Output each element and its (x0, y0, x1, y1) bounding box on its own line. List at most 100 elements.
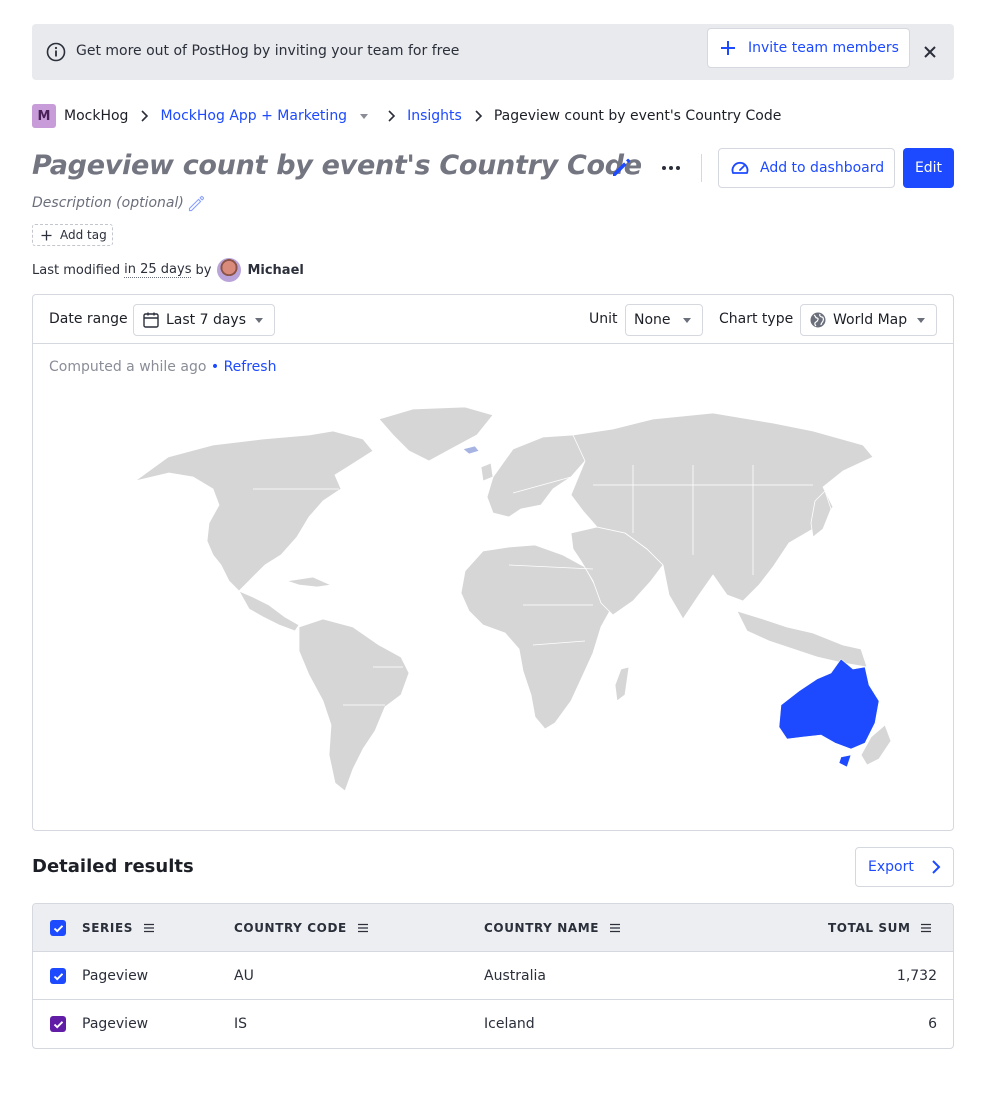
chevron-right-icon (932, 860, 941, 874)
cell-total-sum: 1,732 (896, 968, 937, 984)
add-to-dashboard-label: Add to dashboard (760, 160, 885, 176)
insight-card: Date range Last 7 days Unit None Chart t… (32, 294, 954, 831)
cell-total-sum: 6 (928, 1016, 937, 1032)
plus-icon (721, 41, 735, 55)
country-border (542, 514, 574, 526)
invite-team-label: Invite team members (748, 40, 899, 56)
column-header-label: SERIES (82, 921, 133, 935)
column-menu-icon[interactable] (143, 922, 155, 934)
org-avatar: M (32, 104, 56, 128)
info-icon (46, 42, 66, 62)
table-header: SERIES COUNTRY CODE COUNTRY NAME TOTAL S… (33, 904, 953, 952)
status-separator: • (210, 359, 220, 375)
modified-by: by (195, 262, 212, 278)
check-icon (53, 924, 63, 933)
chevron-right-icon (475, 110, 482, 122)
add-tag-label: Add tag (60, 228, 107, 242)
modified-relative-time: in 25 days (124, 262, 192, 278)
computed-text: Computed a while ago (49, 359, 207, 375)
select-all-checkbox[interactable] (50, 920, 66, 936)
date-range-label: Date range (49, 311, 128, 327)
caret-down-icon[interactable] (359, 111, 369, 121)
caret-down-icon (683, 318, 691, 323)
export-button[interactable]: Export (855, 847, 954, 887)
map-region-is-highlight[interactable]: Iceland (462, 445, 480, 455)
row-checkbox[interactable] (50, 1016, 66, 1032)
invite-banner: Get more out of PostHog by inviting your… (32, 24, 954, 80)
cell-country-name: Iceland (484, 1016, 535, 1032)
detailed-results-title: Detailed results (32, 856, 194, 877)
divider (701, 154, 702, 182)
cell-country-code: IS (234, 1016, 248, 1032)
column-header-series[interactable]: SERIES (82, 921, 155, 935)
calendar-icon (143, 312, 159, 328)
map-region-madagascar (614, 666, 630, 702)
invite-team-button[interactable]: Invite team members (707, 28, 910, 68)
table-row: Pageview IS Iceland 6 (33, 1000, 953, 1048)
map-region-greenland (378, 406, 494, 462)
breadcrumb-project[interactable]: MockHog App + Marketing (160, 108, 347, 124)
author-name: Michael (247, 262, 304, 278)
chevron-right-icon (388, 110, 396, 122)
cell-country-name: Australia (484, 968, 546, 984)
dashboard-gauge-icon (731, 161, 749, 174)
date-range-value: Last 7 days (166, 312, 247, 328)
table-row: Pageview AU Australia 1,732 (33, 952, 953, 1000)
column-header-total-sum[interactable]: TOTAL SUM (828, 921, 932, 935)
edit-button[interactable]: Edit (903, 148, 954, 188)
column-header-label: TOTAL SUM (828, 921, 911, 935)
last-modified: Last modified in 25 days by Michael (32, 258, 304, 282)
breadcrumb-current: Pageview count by event's Country Code (493, 108, 782, 124)
date-range-select[interactable]: Last 7 days (133, 304, 275, 336)
close-icon[interactable] (920, 42, 940, 62)
banner-text: Get more out of PostHog by inviting your… (76, 43, 460, 59)
add-tag-button[interactable]: Add tag (32, 224, 113, 246)
column-menu-icon[interactable] (920, 922, 932, 934)
chart-type-select[interactable]: World Map (800, 304, 937, 336)
export-label: Export (868, 859, 914, 875)
insight-toolbar: Date range Last 7 days Unit None Chart t… (33, 295, 953, 344)
column-menu-icon[interactable] (357, 922, 369, 934)
row-checkbox[interactable] (50, 968, 66, 984)
cell-series: Pageview (82, 1016, 149, 1032)
unit-value: None (634, 312, 671, 328)
map-region-southeast-asia (736, 610, 868, 668)
check-icon (53, 972, 63, 981)
column-header-label: COUNTRY CODE (234, 921, 347, 935)
chart-type-value: World Map (833, 312, 908, 328)
map-region-europe (486, 434, 594, 518)
map-region-north-america (134, 430, 374, 592)
caret-down-icon (255, 318, 263, 323)
plus-icon (41, 230, 52, 240)
cell-series: Pageview (82, 968, 149, 984)
column-header-country-name[interactable]: COUNTRY NAME (484, 921, 621, 935)
insight-title[interactable]: Pageview count by event's Country Code (32, 150, 642, 181)
column-header-country-code[interactable]: COUNTRY CODE (234, 921, 369, 935)
check-icon (53, 1020, 63, 1029)
map-region-uk (480, 462, 494, 482)
map-region-central-america (238, 590, 300, 632)
breadcrumb: M MockHog MockHog App + Marketing Insigh… (32, 104, 781, 128)
column-header-label: COUNTRY NAME (484, 921, 600, 935)
description-field[interactable]: Description (optional) (32, 195, 184, 211)
computed-status: Computed a while ago • Refresh (49, 359, 276, 375)
add-to-dashboard-button[interactable]: Add to dashboard (718, 148, 895, 188)
avatar (217, 258, 242, 282)
column-menu-icon[interactable] (609, 922, 621, 934)
cell-country-code: AU (234, 968, 254, 984)
breadcrumb-org[interactable]: MockHog (64, 108, 128, 124)
pencil-icon[interactable] (187, 195, 205, 213)
breadcrumb-insights[interactable]: Insights (407, 108, 462, 124)
caret-down-icon (917, 318, 925, 323)
modified-prefix: Last modified (32, 262, 121, 278)
more-icon[interactable] (656, 157, 686, 179)
world-map: AustraliaIceland (134, 406, 892, 792)
chevron-right-icon (141, 110, 149, 122)
results-table: SERIES COUNTRY CODE COUNTRY NAME TOTAL S… (32, 903, 954, 1049)
unit-select[interactable]: None (625, 304, 703, 336)
pencil-icon[interactable] (610, 157, 632, 179)
chart-type-label: Chart type (719, 311, 794, 327)
unit-label: Unit (589, 311, 618, 327)
globe-icon (810, 312, 826, 328)
refresh-link[interactable]: Refresh (224, 359, 277, 375)
